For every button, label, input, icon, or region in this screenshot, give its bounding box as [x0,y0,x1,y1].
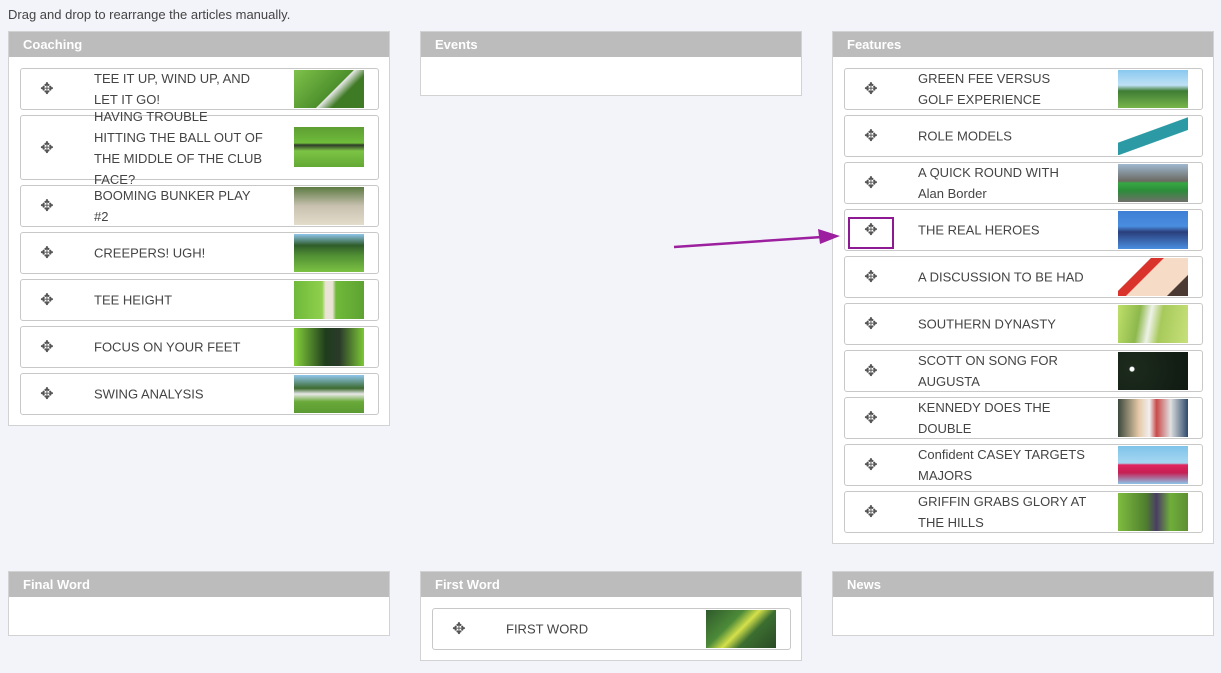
article-thumbnail [294,234,364,272]
article-title: CREEPERS! UGH! [94,245,206,261]
article-thumbnail [1118,164,1188,202]
article-title: SOUTHERN DYNASTY [918,316,1056,332]
move-arrows-icon[interactable]: ✥ [861,267,881,287]
column-header-events: Events [421,32,801,57]
article-title: TEE HEIGHT [94,292,173,308]
article-thumbnail [294,127,364,167]
article-thumbnail [294,328,364,366]
article-card[interactable]: ✥ A QUICK ROUND WITH Alan Border [844,162,1203,204]
column-header-final-word: Final Word [9,572,389,597]
article-title: THE REAL HEROES [918,222,1040,238]
article-card[interactable]: ✥ GREEN FEE VERSUS GOLF EXPERIENCE [844,68,1203,110]
article-title: SWING ANALYSIS [94,386,204,402]
article-title: FOCUS ON YOUR FEET [94,339,241,355]
column-body-features: ✥ GREEN FEE VERSUS GOLF EXPERIENCE ✥ ROL… [833,57,1213,543]
article-card[interactable]: ✥ SWING ANALYSIS [20,373,379,415]
column-body-events[interactable] [421,57,801,95]
column-final-word: Final Word [8,571,390,636]
article-card[interactable]: ✥ Confident CASEY TARGETS MAJORS [844,444,1203,486]
move-arrows-icon[interactable]: ✥ [37,196,57,216]
move-arrows-icon[interactable]: ✥ [861,408,881,428]
move-arrows-icon[interactable]: ✥ [37,384,57,404]
move-arrows-icon[interactable]: ✥ [37,138,57,158]
article-title: KENNEDY DOES THE DOUBLE [918,400,1051,436]
article-title: TEE IT UP, WIND UP, AND LET IT GO! [94,71,251,107]
article-card[interactable]: ✥ TEE IT UP, WIND UP, AND LET IT GO! [20,68,379,110]
move-arrows-icon[interactable]: ✥ [861,173,881,193]
article-thumbnail [1118,399,1188,437]
article-card[interactable]: ✥ TEE HEIGHT [20,279,379,321]
article-title: SCOTT ON SONG FOR AUGUSTA [918,353,1058,389]
highlight-box [848,217,894,249]
article-thumbnail [294,70,364,108]
article-thumbnail [1118,211,1188,249]
move-arrows-icon[interactable]: ✥ [861,79,881,99]
article-card[interactable]: ✥ BOOMING BUNKER PLAY #2 [20,185,379,227]
article-card[interactable]: ✥ FOCUS ON YOUR FEET [20,326,379,368]
article-thumbnail [294,375,364,413]
article-thumbnail [1118,493,1188,531]
article-title: A QUICK ROUND WITH Alan Border [918,165,1059,201]
column-body-news[interactable] [833,597,1213,635]
article-title: A DISCUSSION TO BE HAD [918,269,1084,285]
article-card[interactable]: ✥ SOUTHERN DYNASTY [844,303,1203,345]
move-arrows-icon[interactable]: ✥ [861,502,881,522]
move-arrows-icon[interactable]: ✥ [37,337,57,357]
article-card[interactable]: ✥ GRIFFIN GRABS GLORY AT THE HILLS [844,491,1203,533]
column-coaching: Coaching ✥ TEE IT UP, WIND UP, AND LET I… [8,31,390,426]
article-title: BOOMING BUNKER PLAY #2 [94,188,251,224]
article-card[interactable]: ✥ KENNEDY DOES THE DOUBLE [844,397,1203,439]
article-thumbnail [706,610,776,648]
column-header-first-word: First Word [421,572,801,597]
move-arrows-icon[interactable]: ✥ [37,243,57,263]
column-features: Features ✥ GREEN FEE VERSUS GOLF EXPERIE… [832,31,1214,544]
article-title: GRIFFIN GRABS GLORY AT THE HILLS [918,494,1087,530]
column-header-features: Features [833,32,1213,57]
article-card[interactable]: ✥ SCOTT ON SONG FOR AUGUSTA [844,350,1203,392]
article-title: GREEN FEE VERSUS GOLF EXPERIENCE [918,71,1051,107]
article-card[interactable]: ✥ HAVING TROUBLE HITTING THE BALL OUT OF… [20,109,379,187]
article-title: ROLE MODELS [918,128,1012,144]
move-arrows-icon[interactable]: ✥ [37,79,57,99]
article-card[interactable]: ✥ THE REAL HEROES [844,209,1203,251]
column-body-coaching: ✥ TEE IT UP, WIND UP, AND LET IT GO! ✥ H… [9,57,389,425]
column-header-coaching: Coaching [9,32,389,57]
article-title: HAVING TROUBLE HITTING THE BALL OUT OF T… [94,108,263,187]
column-body-first-word: ✥ FIRST WORD [421,597,801,660]
article-thumbnail [294,281,364,319]
move-arrows-icon[interactable]: ✥ [861,314,881,334]
article-thumbnail [1118,258,1188,296]
move-arrows-icon[interactable]: ✥ [861,455,881,475]
article-card[interactable]: ✥ FIRST WORD [432,608,791,650]
article-card[interactable]: ✥ A DISCUSSION TO BE HAD [844,256,1203,298]
column-first-word: First Word ✥ FIRST WORD [420,571,802,661]
article-card[interactable]: ✥ ROLE MODELS [844,115,1203,157]
column-news: News [832,571,1214,636]
article-thumbnail [1118,352,1188,390]
column-events: Events [420,31,802,96]
instruction-text: Drag and drop to rearrange the articles … [8,7,291,22]
article-card[interactable]: ✥ CREEPERS! UGH! [20,232,379,274]
article-thumbnail [1118,70,1188,108]
article-thumbnail [1118,117,1188,155]
article-title: FIRST WORD [506,621,589,637]
article-thumbnail [294,187,364,225]
move-arrows-icon[interactable]: ✥ [861,126,881,146]
move-arrows-icon[interactable]: ✥ [37,290,57,310]
article-thumbnail [1118,446,1188,484]
move-arrows-icon[interactable]: ✥ [449,619,469,639]
column-header-news: News [833,572,1213,597]
column-body-final-word[interactable] [9,597,389,635]
article-thumbnail [1118,305,1188,343]
article-title: Confident CASEY TARGETS MAJORS [918,447,1085,483]
move-arrows-icon[interactable]: ✥ [861,361,881,381]
